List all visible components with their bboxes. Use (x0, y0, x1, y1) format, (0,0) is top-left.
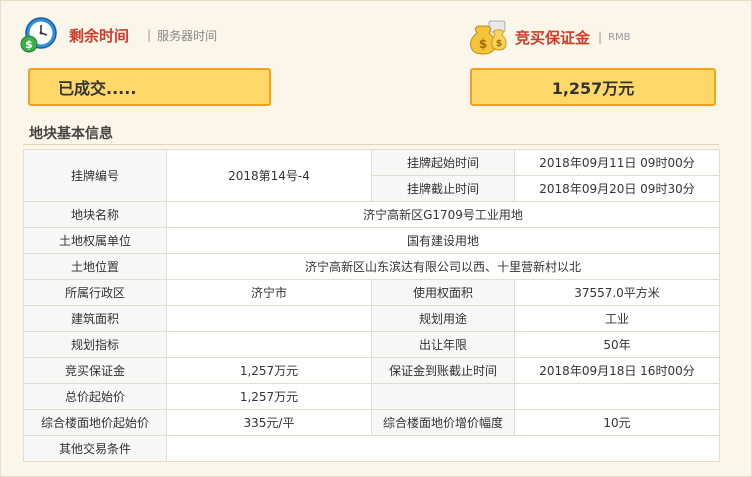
use-area-label: 使用权面积 (371, 279, 515, 306)
transfer-years-value: 50年 (514, 331, 720, 358)
table-row: 规划指标 出让年限 50年 (23, 331, 720, 358)
deposit-value: 1,257万元 (166, 357, 372, 384)
table-row: 综合楼面地价起始价 335元/平 综合楼面地价增价幅度 10元 (23, 409, 720, 436)
table-row: 建筑面积 规划用途 工业 (23, 305, 720, 332)
location-label: 土地位置 (23, 253, 167, 280)
bid-deposit-header: $ $ 竞买保证金 | RMB (469, 15, 631, 59)
increment-label: 综合楼面地价增价幅度 (371, 409, 515, 436)
table-row: 土地位置 济宁高新区山东滨达有限公司以西、十里营新村以北 (23, 253, 720, 280)
parcel-info-table: 挂牌编号 2018第14号-4 挂牌起始时间 2018年09月11日 09时00… (23, 149, 720, 462)
use-area-value: 37557.0平方米 (514, 279, 720, 306)
table-row: 总价起始价 1,257万元 (23, 383, 720, 410)
section-title: 地块基本信息 (29, 126, 113, 142)
transaction-status-box: 已成交..... (28, 68, 271, 106)
clock-dollar-icon: $ (19, 15, 59, 55)
auction-panel: $ 剩余时间 | 服务器时间 $ $ 竞买保证金 | RMB 已成交..... … (0, 0, 752, 477)
svg-text:$: $ (25, 38, 33, 51)
transfer-years-label: 出让年限 (371, 331, 515, 358)
header-separator: | (147, 28, 152, 42)
floor-price-label: 综合楼面地价起始价 (23, 409, 167, 436)
start-price-label: 总价起始价 (23, 383, 167, 410)
listing-start-value: 2018年09月11日 09时00分 (514, 149, 720, 176)
deposit-label: 竞买保证金 (23, 357, 167, 384)
remaining-time-header: $ 剩余时间 | 服务器时间 (19, 13, 217, 57)
remaining-time-title: 剩余时间 (69, 26, 130, 45)
ownership-label: 土地权属单位 (23, 227, 167, 254)
other-conditions-label: 其他交易条件 (23, 435, 167, 462)
location-value: 济宁高新区山东滨达有限公司以西、十里营新村以北 (166, 253, 720, 280)
ownership-value: 国有建设用地 (166, 227, 720, 254)
deposit-amount-box: 1,257万元 (470, 68, 716, 106)
svg-text:$: $ (496, 39, 502, 49)
deposit-deadline-label: 保证金到账截止时间 (371, 357, 515, 384)
table-row: 竞买保证金 1,257万元 保证金到账截止时间 2018年09月18日 16时0… (23, 357, 720, 384)
start-price-value: 1,257万元 (166, 383, 372, 410)
header-separator-2: | (598, 30, 603, 44)
planning-index-value (166, 331, 372, 358)
server-time-label: 服务器时间 (157, 28, 218, 43)
money-bag-icon: $ $ (469, 17, 509, 57)
district-value: 济宁市 (166, 279, 372, 306)
svg-text:$: $ (479, 37, 487, 51)
empty-cell (514, 383, 720, 410)
table-row: 地块名称 济宁高新区G1709号工业用地 (23, 201, 720, 228)
listing-end-label: 挂牌截止时间 (371, 175, 515, 202)
building-area-label: 建筑面积 (23, 305, 167, 332)
deposit-deadline-value: 2018年09月18日 16时00分 (514, 357, 720, 384)
district-label: 所属行政区 (23, 279, 167, 306)
listing-end-value: 2018年09月20日 09时30分 (514, 175, 720, 202)
empty-cell (371, 383, 515, 410)
increment-value: 10元 (514, 409, 720, 436)
listing-no-value: 2018第14号-4 (166, 149, 372, 202)
planned-use-label: 规划用途 (371, 305, 515, 332)
other-conditions-value (166, 435, 720, 462)
listing-no-label: 挂牌编号 (23, 149, 167, 202)
table-row: 土地权属单位 国有建设用地 (23, 227, 720, 254)
parcel-name-label: 地块名称 (23, 201, 167, 228)
floor-price-value: 335元/平 (166, 409, 372, 436)
building-area-value (166, 305, 372, 332)
table-row: 其他交易条件 (23, 435, 720, 462)
table-row: 所属行政区 济宁市 使用权面积 37557.0平方米 (23, 279, 720, 306)
bid-deposit-title: 竞买保证金 (515, 28, 591, 47)
planning-index-label: 规划指标 (23, 331, 167, 358)
table-row: 挂牌编号 2018第14号-4 挂牌起始时间 2018年09月11日 09时00… (23, 149, 720, 202)
parcel-name-value: 济宁高新区G1709号工业用地 (166, 201, 720, 228)
planned-use-value: 工业 (514, 305, 720, 332)
currency-label: RMB (608, 31, 631, 43)
section-divider (23, 144, 719, 145)
listing-start-label: 挂牌起始时间 (371, 149, 515, 176)
